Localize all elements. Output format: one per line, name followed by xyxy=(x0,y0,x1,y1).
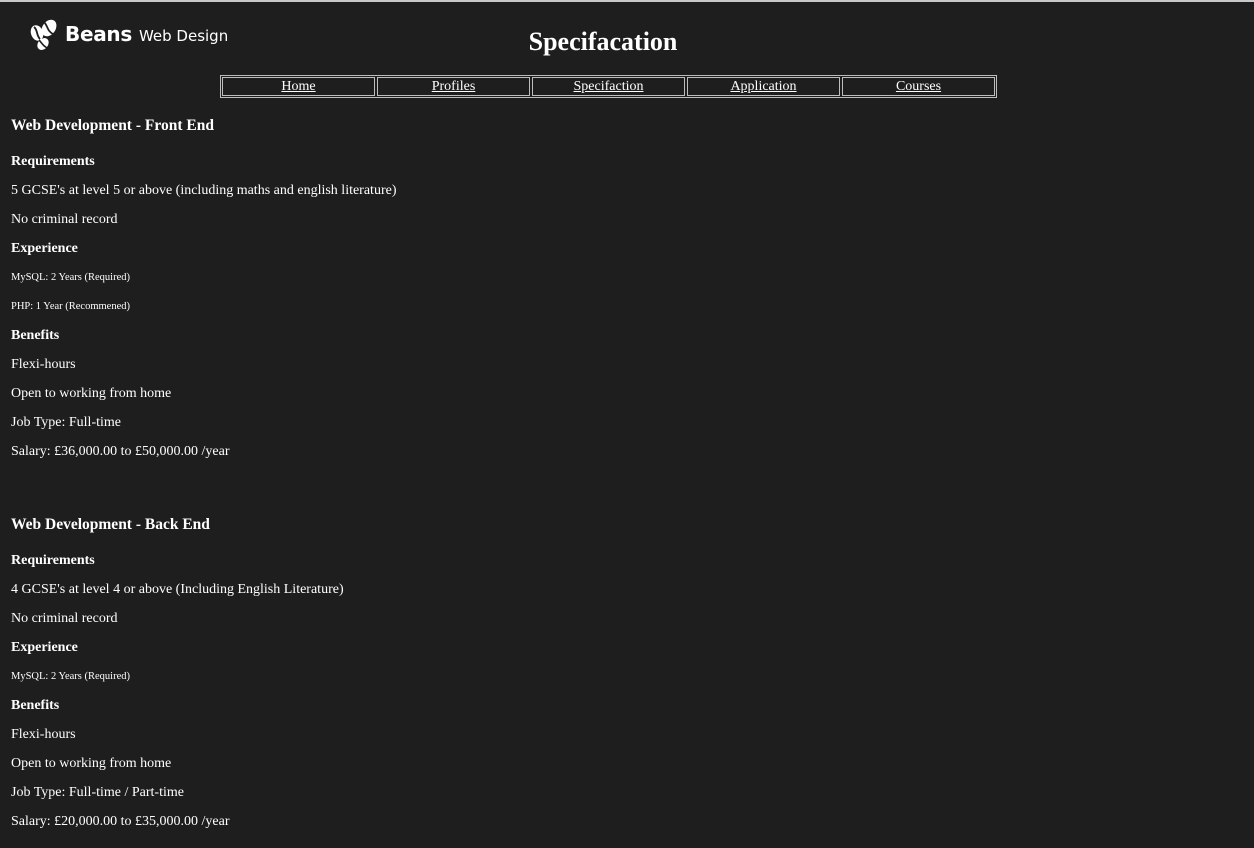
experience-item: MySQL: 2 Years (Required) xyxy=(11,671,130,682)
nav-link-application[interactable]: Application xyxy=(687,77,840,96)
job-section-front-end: Web Development - Front End Requirements… xyxy=(11,114,1211,466)
salary: Salary: £20,000.00 to £35,000.00 /year xyxy=(11,814,230,829)
job-type: Job Type: Full-time / Part-time xyxy=(11,785,184,800)
section-title: Web Development - Front End xyxy=(11,117,214,134)
requirement-item: No criminal record xyxy=(11,212,118,227)
requirements-heading: Requirements xyxy=(11,553,95,568)
benefit-item: Open to working from home xyxy=(11,386,172,401)
experience-item: PHP: 1 Year (Recommened) xyxy=(11,301,130,312)
nav-link-courses[interactable]: Courses xyxy=(842,77,995,96)
benefit-item: Open to working from home xyxy=(11,756,172,771)
benefit-item: Flexi-hours xyxy=(11,357,76,372)
job-type: Job Type: Full-time xyxy=(11,415,121,430)
job-spec-content: Web Development - Front End Requirements… xyxy=(11,114,1211,836)
job-section-back-end: Web Development - Back End Requirements … xyxy=(11,513,1211,836)
nav-link-profiles[interactable]: Profiles xyxy=(377,77,530,96)
experience-heading: Experience xyxy=(11,241,78,256)
experience-item: MySQL: 2 Years (Required) xyxy=(11,272,130,283)
requirements-heading: Requirements xyxy=(11,154,95,169)
benefit-item: Flexi-hours xyxy=(11,727,76,742)
nav-link-home[interactable]: Home xyxy=(222,77,375,96)
benefits-heading: Benefits xyxy=(11,328,60,343)
requirement-item: 4 GCSE's at level 4 or above (Including … xyxy=(11,582,344,597)
nav-link-specifaction[interactable]: Specifaction xyxy=(532,77,685,96)
page-title: Specifacation xyxy=(528,27,678,56)
section-title: Web Development - Back End xyxy=(11,516,210,533)
requirement-item: No criminal record xyxy=(11,611,118,626)
salary: Salary: £36,000.00 to £50,000.00 /year xyxy=(11,444,230,459)
main-nav: Home Profiles Specifaction Application C… xyxy=(220,75,997,98)
requirement-item: 5 GCSE's at level 5 or above (including … xyxy=(11,183,397,198)
benefits-heading: Benefits xyxy=(11,698,60,713)
experience-heading: Experience xyxy=(11,640,78,655)
